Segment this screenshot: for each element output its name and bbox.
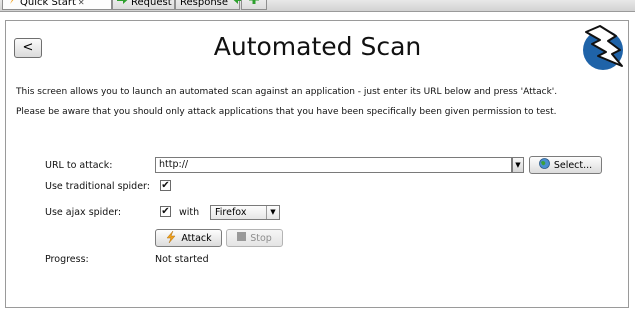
tab-label: Quick Start [20,0,76,8]
attack-button-label: Attack [181,232,212,244]
arrow-right-icon [117,0,128,10]
url-history-dropdown[interactable]: ▼ [512,157,524,173]
tab-bar: Quick Start ✕ Request Response [0,0,635,12]
tab-add[interactable] [241,0,267,10]
select-button[interactable]: Select... [529,156,602,174]
tab-label: Response [180,0,229,8]
description-line-1: This screen allows you to launch an auto… [16,87,558,97]
url-label: URL to attack: [45,160,113,171]
progress-status: Not started [155,254,209,265]
stop-button[interactable]: Stop [226,229,283,247]
lightning-icon [165,230,177,246]
chevron-down-icon: ▼ [266,206,279,219]
progress-label: Progress: [45,254,89,265]
with-label: with [179,207,200,218]
tab-label: Request [131,0,172,8]
traditional-spider-label: Use traditional spider: [45,181,151,192]
page-title: Automated Scan [213,32,422,61]
lightning-icon [7,0,17,10]
traditional-spider-checkbox[interactable]: ✔ [160,180,171,191]
browser-select-value: Firefox [215,207,247,218]
ajax-spider-checkbox[interactable]: ✔ [160,206,171,217]
zap-logo-icon [578,24,626,72]
tab-request[interactable]: Request [112,0,175,10]
globe-icon [538,158,550,172]
plus-icon [249,0,259,7]
stop-icon [237,232,247,244]
tab-quick-start[interactable]: Quick Start ✕ [2,0,112,10]
ajax-spider-label: Use ajax spider: [45,207,122,218]
select-button-label: Select... [553,159,593,171]
url-input[interactable]: http:// [155,157,512,173]
browser-select[interactable]: Firefox ▼ [210,205,280,220]
attack-button[interactable]: Attack [155,229,222,247]
tab-response[interactable]: Response [175,0,245,10]
stop-button-label: Stop [250,232,272,244]
close-icon[interactable]: ✕ [78,0,85,7]
description-line-2: Please be aware that you should only att… [16,107,557,117]
